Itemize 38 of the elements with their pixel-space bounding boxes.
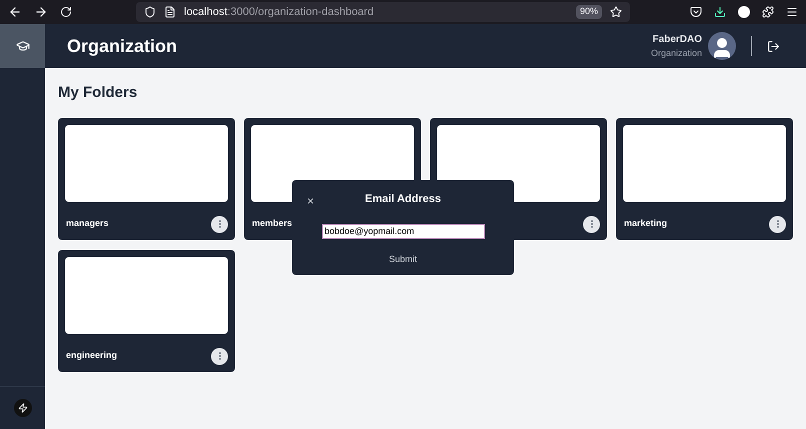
bookmark-star-icon[interactable] bbox=[610, 6, 622, 18]
page-title: Organization bbox=[67, 34, 178, 58]
more-options-button[interactable] bbox=[583, 216, 600, 232]
graduation-cap-icon bbox=[16, 39, 30, 53]
zoom-level[interactable]: 90% bbox=[576, 5, 602, 19]
folder-name: managers bbox=[66, 217, 109, 230]
download-icon[interactable] bbox=[714, 6, 726, 18]
bolt-button[interactable] bbox=[14, 399, 32, 417]
address-bar[interactable]: localhost:3000/organization-dashboard 90% bbox=[136, 2, 630, 22]
user-role: Organization bbox=[650, 46, 702, 60]
folder-name: engineering bbox=[66, 349, 118, 362]
close-button[interactable]: × bbox=[307, 192, 314, 210]
lightning-icon bbox=[18, 403, 28, 413]
user-name: FaberDAO bbox=[652, 32, 702, 47]
avatar[interactable] bbox=[708, 32, 736, 60]
forward-icon[interactable] bbox=[34, 5, 48, 19]
more-options-button[interactable] bbox=[211, 216, 228, 232]
folder-name: marketing bbox=[624, 217, 668, 230]
sidebar-logo-button[interactable] bbox=[0, 24, 45, 68]
more-options-button[interactable] bbox=[769, 216, 786, 232]
folder-card[interactable]: marketing bbox=[616, 118, 793, 240]
shield-icon bbox=[144, 6, 156, 18]
submit-button[interactable]: Submit bbox=[388, 252, 417, 266]
extension-icon[interactable] bbox=[738, 6, 750, 18]
section-title: My Folders bbox=[58, 83, 138, 103]
url-text: localhost:3000/organization-dashboard bbox=[184, 4, 374, 20]
menu-icon[interactable] bbox=[786, 6, 798, 18]
back-icon[interactable] bbox=[8, 5, 22, 19]
more-options-button[interactable] bbox=[211, 348, 228, 364]
email-field[interactable]: bobdoe@yopmail.com bbox=[322, 224, 484, 238]
folder-name: members bbox=[252, 217, 292, 230]
folder-card[interactable]: engineering bbox=[58, 250, 235, 372]
folder-card[interactable]: managers bbox=[58, 118, 235, 240]
extensions-icon[interactable] bbox=[762, 6, 774, 18]
reload-icon[interactable] bbox=[60, 6, 72, 18]
pocket-icon[interactable] bbox=[690, 6, 702, 18]
page-icon bbox=[164, 6, 176, 18]
logout-icon[interactable] bbox=[767, 40, 780, 52]
